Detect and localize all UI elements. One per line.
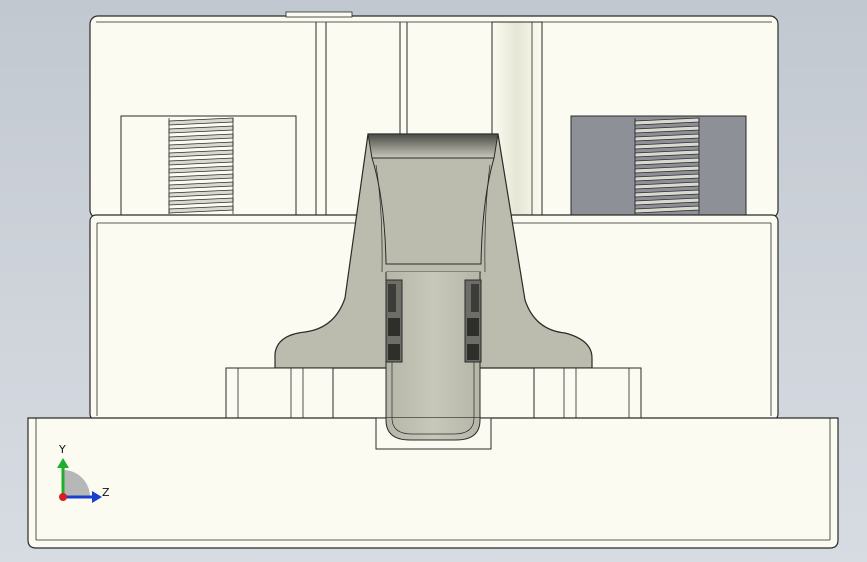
cad-model-view[interactable] bbox=[0, 0, 867, 562]
left-lower-block[interactable] bbox=[225, 367, 334, 421]
cad-graphics-area[interactable]: Y Z bbox=[0, 0, 867, 562]
x-axis-point-icon bbox=[59, 493, 67, 501]
clip-bottom-loop bbox=[385, 417, 481, 441]
triad-y-label: Y bbox=[59, 443, 66, 456]
right-latch-tab bbox=[464, 279, 482, 363]
right-thread-pocket[interactable] bbox=[570, 115, 747, 217]
left-thread-pocket[interactable] bbox=[120, 115, 297, 217]
triad-z-label: Z bbox=[102, 486, 110, 499]
right-lower-block[interactable] bbox=[533, 367, 642, 421]
left-latch-tab bbox=[385, 279, 403, 363]
